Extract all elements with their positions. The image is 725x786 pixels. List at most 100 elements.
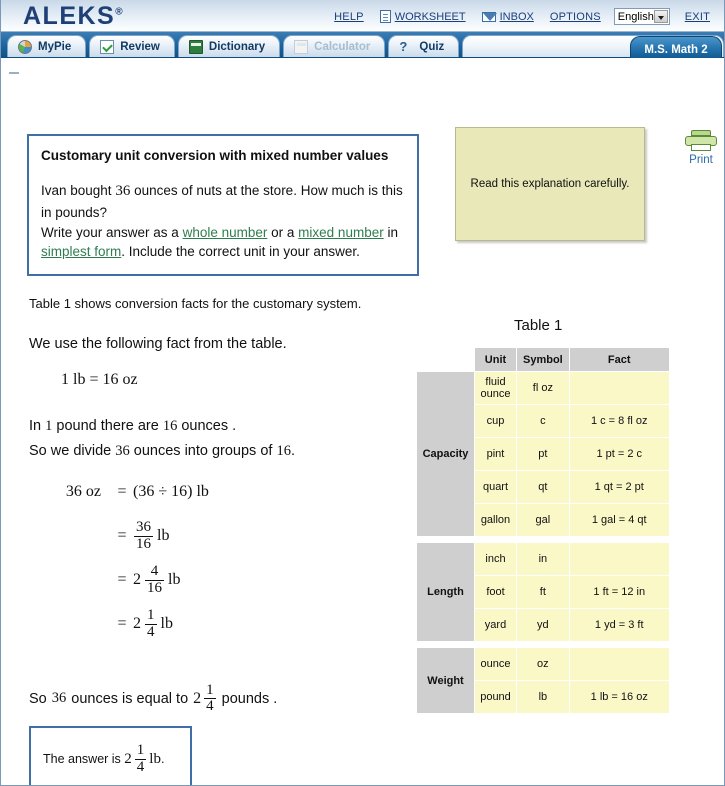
- equals-sign: =: [117, 483, 127, 500]
- fraction: 36 16: [134, 519, 153, 552]
- print-button[interactable]: Print: [679, 130, 723, 166]
- divide-post: .: [290, 443, 295, 459]
- conclusion-text: So 36 ounces is equal to 2 1 4 pounds .: [29, 682, 278, 715]
- symbol-cell: oz: [516, 647, 570, 681]
- eq-rhs: (36 ÷ 16) lb: [133, 483, 209, 500]
- collapse-handle[interactable]: [9, 72, 19, 74]
- equation-row: = 36 16 lb: [37, 514, 209, 558]
- divide-mid: ounces into groups of: [133, 443, 273, 459]
- answer-format-pre: Write your answer as a: [41, 224, 179, 240]
- answer-format-mid: or a: [271, 224, 295, 240]
- table-intro-text: Table 1 shows conversion facts for the c…: [29, 296, 362, 311]
- problem-title: Customary unit conversion with mixed num…: [41, 148, 389, 163]
- simplest-form-link[interactable]: simplest form: [41, 244, 121, 259]
- in-pound-sixteen: 16: [162, 418, 178, 434]
- fact-cell: 1 ft = 12 in: [568, 575, 670, 609]
- unit-cell: pound: [474, 680, 517, 714]
- print-label: Print: [689, 154, 713, 166]
- table-header-row: Unit Symbol Fact: [416, 347, 670, 372]
- unit-cell: inch: [474, 542, 517, 576]
- help-link[interactable]: HELP: [326, 11, 372, 23]
- tab-mypie[interactable]: MyPie: [7, 35, 87, 57]
- whole-part: 2: [124, 750, 132, 767]
- answer-mixed-number: 2 1 4 lb: [124, 742, 161, 775]
- fraction: 4 16: [145, 563, 164, 596]
- answer-box: The answer is 2 1 4 lb .: [29, 726, 192, 785]
- table-row: Capacity fluid ounce fl oz: [416, 371, 670, 537]
- symbol-cell: c: [516, 404, 570, 438]
- language-select[interactable]: English: [613, 8, 670, 25]
- divide-pre: So we divide: [29, 443, 112, 459]
- whole-number-link[interactable]: whole number: [183, 225, 268, 240]
- whole-part: 2: [133, 615, 141, 632]
- unit-cell: ounce: [474, 647, 517, 681]
- equation-row: = 2 4 16 lb: [37, 558, 209, 602]
- unit-cell: cup: [474, 404, 517, 438]
- fact-cell: 1 yd = 3 ft: [568, 608, 670, 642]
- category-length: Length: [416, 542, 475, 642]
- unit-cell: foot: [474, 575, 517, 609]
- tab-mypie-label: MyPie: [38, 40, 72, 53]
- use-fact-text: We use the following fact from the table…: [29, 336, 287, 352]
- table-row: Length inch in: [416, 542, 670, 642]
- pie-chart-icon: [18, 39, 32, 54]
- fact-cell: [568, 371, 670, 405]
- equation-row: 36 oz = (36 ÷ 16) lb: [37, 470, 209, 514]
- envelope-icon: [481, 11, 497, 22]
- equals-sign: =: [117, 571, 127, 588]
- numerator: 36: [136, 519, 151, 536]
- eq-rhs: 36 16 lb: [133, 519, 169, 552]
- category-capacity: Capacity: [416, 371, 475, 537]
- fact-cell: 1 qt = 2 pt: [568, 470, 670, 504]
- chevron-down-icon: [653, 10, 668, 23]
- problem-sentence-pre: Ivan bought: [41, 183, 112, 199]
- fact-cell: 1 pt = 2 c: [568, 437, 670, 471]
- symbol-cell: pt: [516, 437, 570, 471]
- conclusion-num: 36: [51, 690, 67, 707]
- fraction: 1 4: [134, 742, 147, 775]
- unit-label: lb: [149, 750, 161, 767]
- table-header-fact: Fact: [568, 347, 670, 372]
- in-pound-text: In 1 pound there are 16 ounces .: [29, 418, 236, 435]
- tab-calculator-label: Calculator: [314, 40, 371, 53]
- fraction: 1 4: [204, 682, 216, 715]
- unit-label: lb: [160, 615, 173, 632]
- inbox-label: INBOX: [499, 10, 534, 23]
- checkmark-icon: [100, 39, 115, 54]
- tab-dictionary[interactable]: Dictionary: [177, 35, 281, 57]
- in-pound-post: ounces .: [181, 418, 237, 434]
- exit-link[interactable]: EXIT: [677, 11, 718, 23]
- calculator-icon: [294, 39, 309, 54]
- symbol-cell: lb: [516, 680, 570, 714]
- tab-review[interactable]: Review: [89, 35, 175, 57]
- unit-label: lb: [168, 571, 181, 588]
- aleks-application-window: ALEKS® HELP WORKSHEET INBOX OPTIONS Engl…: [0, 0, 725, 786]
- tab-calculator: Calculator: [283, 35, 386, 57]
- table-header-symbol: Symbol: [516, 347, 570, 372]
- conclusion-post: pounds .: [221, 690, 278, 707]
- printer-icon: [685, 130, 717, 152]
- conclusion-mid: ounces is equal to: [71, 690, 189, 707]
- numerator: 1: [136, 742, 145, 759]
- answer-format-in: in: [387, 224, 398, 240]
- numerator: 1: [147, 607, 155, 624]
- answer-period: .: [160, 752, 165, 766]
- worksheet-link[interactable]: WORKSHEET: [372, 10, 474, 23]
- conversion-table: Unit Symbol Fact Capacity fluid ounce fl…: [416, 347, 670, 714]
- divide-text: So we divide 36 ounces into groups of 16…: [29, 443, 295, 460]
- table-header-unit: Unit: [474, 347, 517, 372]
- symbol-cell: yd: [516, 608, 570, 642]
- conversion-fact: 1 lb = 16 oz: [61, 371, 138, 388]
- mixed-number-link[interactable]: mixed number: [298, 225, 384, 240]
- divide-by: 16: [276, 443, 291, 459]
- problem-statement-box: Customary unit conversion with mixed num…: [27, 134, 419, 276]
- tab-quiz[interactable]: ? Quiz: [388, 35, 460, 57]
- symbol-cell: in: [516, 542, 570, 576]
- inbox-link[interactable]: INBOX: [474, 11, 542, 23]
- conclusion-mixed-number: 2 1 4: [193, 682, 217, 715]
- main-tab-bar: MyPie Review Dictionary Calculator ? Qui…: [1, 32, 724, 62]
- equals-sign: =: [117, 527, 127, 544]
- aleks-logo: ALEKS®: [23, 2, 124, 31]
- options-link[interactable]: OPTIONS: [542, 11, 609, 23]
- app-header: ALEKS® HELP WORKSHEET INBOX OPTIONS Engl…: [1, 0, 724, 32]
